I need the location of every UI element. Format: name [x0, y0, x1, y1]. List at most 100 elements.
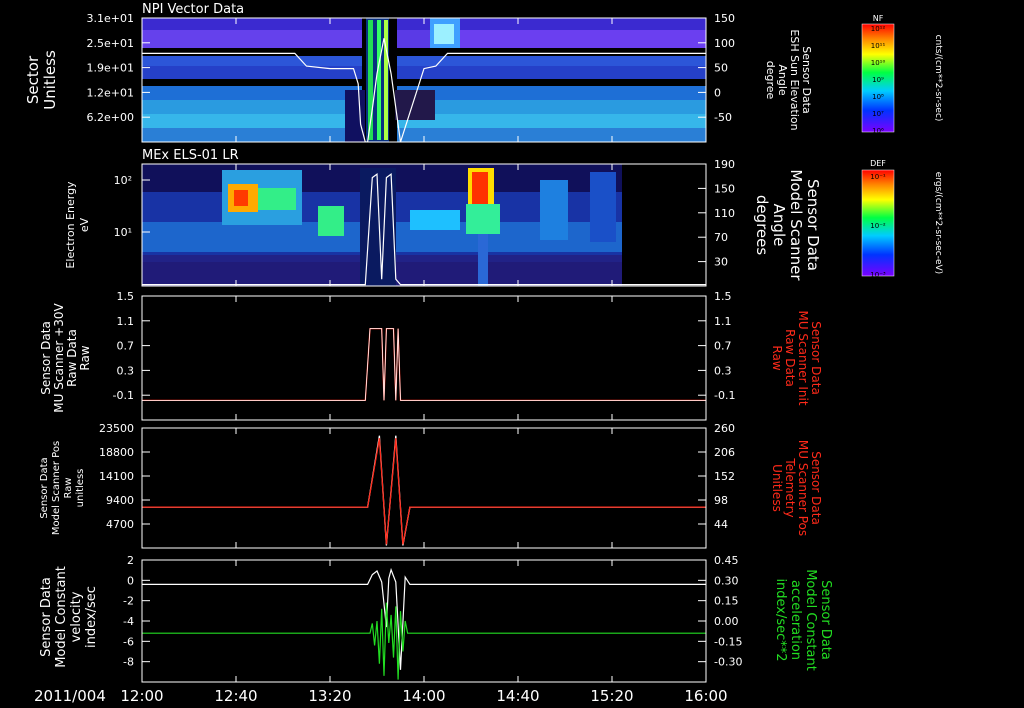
spos-left-tick-label-0: 23500	[99, 422, 134, 435]
time-tick-label-6: 16:00	[684, 687, 727, 705]
s30v-rlabel-1: Sensor Data	[809, 321, 823, 395]
spos-ylabel-1: Sensor Data	[39, 457, 50, 518]
npi-left-tick-label-1: 2.5e+01	[87, 37, 134, 50]
npi-title: NPI Vector Data	[142, 2, 244, 17]
els-ylabel-line2: eV	[78, 217, 91, 232]
time-tick-label-3: 14:00	[402, 687, 445, 705]
spos-rlabel-2: MU Scanner Pos	[796, 440, 810, 536]
s30v-left-tick-label-2: 0.7	[117, 340, 135, 353]
els-rlabel-4: degrees	[753, 195, 771, 256]
spos-left-tick-label-2: 14100	[99, 470, 134, 483]
npi-right-tick-label-3: 0	[714, 86, 721, 99]
els-rlabel-1: Sensor Data	[804, 179, 822, 271]
vel-left-tick-label-4: -6	[123, 635, 134, 648]
vel-rlabel-2: Model Constant	[803, 569, 818, 671]
panel-scanner-30v: 1.5 1.1 0.7 0.3 -0.1 1.5 1.1 0.7 0.3 -0.1 Sensor…	[39, 290, 823, 421]
s30v-right-tick-label-1: 1.1	[714, 315, 732, 328]
els-title: MEx ELS-01 LR	[142, 148, 239, 163]
npi-colorbar-tick-6: 10⁶	[872, 127, 884, 135]
els-ylabel-line1: Electron Energy	[64, 181, 77, 269]
vel-right-tick-label-1: 0.30	[714, 574, 739, 587]
s30v-ylabel-2: MU Scanner +30V	[52, 303, 66, 413]
s30v-ylabel-1: Sensor Data	[39, 321, 53, 395]
scanner-30v-series-0	[142, 327, 706, 402]
scanner-pos-y-axis-label: Sensor Data Model Scanner Pos Raw unitle…	[39, 441, 86, 535]
npi-right-tick-label-1: 100	[714, 37, 735, 50]
npi-colorbar-label: NF	[873, 14, 884, 23]
stacked-time-series-plot: NPI Vector Data 3.1e+01 2.5e+01 1.9e+01 1.2…	[24, 2, 943, 705]
s30v-rlabel-4: Raw	[770, 345, 784, 370]
els-right-axis-label: Sensor Data Model Scanner Angle degrees	[753, 169, 822, 281]
npi-right-tick-label-2: 50	[714, 62, 728, 75]
time-tick-label-1: 12:40	[214, 687, 257, 705]
scanner-30v-right-axis-label: Sensor Data MU Scanner Init Raw Data Raw	[770, 310, 823, 405]
spos-ylabel-3: Raw	[63, 477, 74, 498]
spos-rlabel-4: Unitless	[770, 464, 784, 512]
scanner-30v-y-axis-label: Sensor Data MU Scanner +30V Raw Data Raw	[39, 303, 92, 413]
spos-ylabel-2: Model Scanner Pos	[51, 441, 62, 535]
els-rlabel-2: Model Scanner	[787, 169, 805, 281]
spos-rlabel-1: Sensor Data	[809, 451, 823, 525]
npi-colorbar-tick-4: 10⁸	[872, 93, 884, 101]
npi-colorbar: NF 10¹² 10¹¹ 10¹⁰ 10⁹ 10⁸ 10⁷ 10⁶ cnts/(cm**2-…	[861, 14, 943, 135]
els-colorbar: DEF 10⁻¹ 10⁻² 10⁻³ ergs/(cm**2-sr-sec-eV)	[861, 159, 943, 279]
time-tick-label-5: 15:20	[590, 687, 633, 705]
els-colorbar-tick-2: 10⁻³	[870, 271, 886, 279]
time-tick-label-0: 12:00	[120, 687, 163, 705]
vel-left-tick-label-5: -8	[123, 656, 134, 669]
s30v-right-tick-label-4: -0.1	[714, 389, 735, 402]
date-label: 2011/004	[34, 687, 106, 705]
vel-ylabel-4: index/sec	[84, 586, 99, 648]
npi-spectrogram	[142, 18, 706, 142]
npi-colorbar-tick-1: 10¹¹	[871, 42, 886, 50]
velocity-plot-frame	[141, 559, 707, 683]
vel-right-tick-label-4: -0.15	[714, 635, 742, 648]
time-tick-label-2: 13:20	[308, 687, 351, 705]
time-tick-label-4: 14:40	[496, 687, 539, 705]
scanner-pos-series-0	[142, 435, 706, 546]
s30v-right-tick-label-2: 0.7	[714, 340, 732, 353]
npi-left-tick-label-0: 3.1e+01	[87, 12, 134, 25]
scanner-pos-right-axis-label: Sensor Data MU Scanner Pos Telemetry Uni…	[770, 440, 823, 536]
velocity-series-1	[142, 602, 706, 680]
velocity-series-0	[142, 567, 706, 670]
spos-rlabel-3: Telemetry	[783, 457, 797, 517]
els-colorbar-label: DEF	[870, 159, 886, 168]
npi-ylabel-line2: Unitless	[41, 50, 59, 110]
npi-right-tick-label-0: 150	[714, 12, 735, 25]
vel-left-tick-label-1: 0	[127, 574, 134, 587]
spos-left-tick-label-4: 4700	[106, 518, 134, 531]
vel-ylabel-3: velocity	[69, 591, 84, 642]
npi-left-tick-label-4: 6.2e+00	[87, 111, 134, 124]
vel-right-tick-label-5: -0.30	[714, 656, 742, 669]
npi-ylabel-line1: Sector	[24, 55, 42, 104]
els-right-tick-label-4: 30	[714, 256, 728, 269]
npi-left-tick-label-3: 1.2e+01	[87, 86, 134, 99]
vel-left-tick-label-0: 2	[127, 554, 134, 567]
els-colorbar-unit: ergs/(cm**2-sr-sec-eV)	[933, 172, 943, 274]
els-tick-label-1e1: 10¹	[114, 226, 132, 239]
s30v-ylabel-3: Raw Data	[65, 329, 79, 387]
spos-left-tick-label-3: 9400	[106, 494, 134, 507]
spos-right-tick-label-1: 206	[714, 446, 735, 459]
els-colorbar-tick-1: 10⁻²	[870, 222, 886, 230]
spos-right-tick-label-3: 98	[714, 494, 728, 507]
vel-right-tick-label-3: 0.00	[714, 615, 739, 628]
vel-rlabel-4: index/sec**2	[773, 578, 788, 661]
s30v-right-tick-label-3: 0.3	[714, 364, 732, 377]
npi-left-tick-label-2: 1.9e+01	[87, 62, 134, 75]
vel-rlabel-3: acceleration	[788, 580, 803, 660]
s30v-rlabel-3: Raw Data	[783, 329, 797, 387]
panel-els: MEx ELS-01 LR 10² 10¹ 190 150 110 70 30 Elec…	[64, 148, 943, 287]
npi-colorbar-tick-0: 10¹²	[871, 25, 886, 33]
vel-ylabel-2: Model Constant	[54, 566, 69, 668]
s30v-left-tick-label-0: 1.5	[117, 290, 135, 303]
vel-ylabel-1: Sensor Data	[39, 577, 54, 657]
els-right-tick-label-2: 110	[714, 207, 735, 220]
velocity-y-axis-label: Sensor Data Model Constant velocity inde…	[39, 566, 99, 668]
panel-npi: NPI Vector Data 3.1e+01 2.5e+01 1.9e+01 1.2…	[24, 2, 943, 143]
npi-colorbar-unit: cnts/(cm**2-sr-sec)	[933, 35, 943, 122]
velocity-right-axis-label: Sensor Data Model Constant acceleration …	[773, 569, 833, 671]
s30v-rlabel-2: MU Scanner Init	[796, 310, 810, 405]
s30v-left-tick-label-4: -0.1	[113, 389, 134, 402]
